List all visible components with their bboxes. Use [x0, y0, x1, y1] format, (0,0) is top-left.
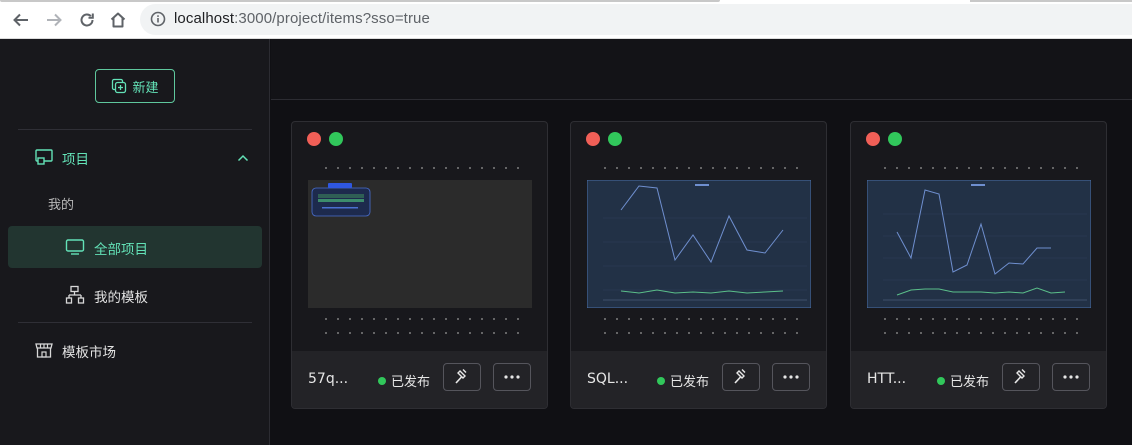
project-preview-image[interactable]: [586, 179, 812, 309]
card-title: HTT...: [867, 371, 907, 387]
sidebar-group-label: 项目: [62, 152, 89, 168]
sidebar-divider: [18, 129, 252, 130]
project-preview-image[interactable]: [866, 179, 1092, 309]
new-project-button[interactable]: 新建: [95, 69, 175, 103]
open-dot-icon[interactable]: [888, 132, 902, 146]
monitor-icon: [65, 237, 85, 257]
status-badge: 已发布: [937, 371, 989, 390]
dot-divider: [320, 332, 520, 334]
status-badge: 已发布: [657, 371, 709, 390]
close-dot-icon[interactable]: [866, 132, 880, 146]
dot-divider: [879, 332, 1079, 334]
tab-strip-edge: [0, 0, 720, 2]
sidebar-item-my-templates[interactable]: 我的模板: [0, 275, 270, 315]
main-header: [271, 39, 1132, 100]
url-text: localhost:3000/project/items?sso=true: [174, 10, 430, 27]
hammer-icon: [734, 369, 746, 384]
new-copy-icon: [112, 78, 127, 94]
edit-hammer-button[interactable]: [443, 363, 481, 391]
ellipsis-icon: [783, 375, 799, 379]
status-text: 已发布: [391, 375, 431, 390]
project-monitor-icon: [34, 147, 54, 167]
url-path: :3000/project/items?sso=true: [234, 10, 430, 27]
dot-divider: [879, 318, 1079, 320]
project-preview-image[interactable]: [308, 180, 532, 308]
more-options-button[interactable]: [772, 363, 810, 391]
dot-divider: [320, 167, 520, 169]
hammer-icon: [1014, 369, 1026, 384]
card-footer: SQL... 已发布: [571, 351, 826, 408]
sidebar-item-label: 模板市场: [62, 345, 116, 361]
sidebar: 新建 项目 我的 全部项目 我的模板 模板市场: [0, 39, 270, 445]
sidebar-item-label: 全部项目: [94, 242, 148, 258]
status-dot-icon: [937, 376, 945, 385]
sidebar-divider: [18, 322, 252, 323]
chevron-up-icon[interactable]: [236, 150, 250, 169]
browser-toolbar: localhost:3000/project/items?sso=true: [0, 0, 1132, 39]
status-text: 已发布: [950, 375, 990, 390]
dot-divider: [599, 318, 799, 320]
card-footer: HTT... 已发布: [851, 351, 1106, 408]
dot-divider: [599, 167, 799, 169]
home-icon[interactable]: [106, 8, 130, 32]
hammer-icon: [455, 369, 467, 384]
back-arrow-icon[interactable]: [9, 8, 33, 32]
ellipsis-icon: [1063, 375, 1079, 379]
card-footer: 57q... 已发布: [292, 351, 547, 408]
dot-divider: [879, 167, 1079, 169]
tab-strip-edge-right: [970, 0, 1132, 2]
close-dot-icon[interactable]: [586, 132, 600, 146]
edit-hammer-button[interactable]: [1002, 363, 1040, 391]
dot-divider: [599, 332, 799, 334]
status-dot-icon: [378, 376, 386, 385]
sidebar-section-mine: 我的: [48, 198, 75, 213]
status-badge: 已发布: [378, 371, 430, 390]
open-dot-icon[interactable]: [329, 132, 343, 146]
status-dot-icon: [657, 376, 665, 385]
sidebar-item-template-market[interactable]: 模板市场: [0, 330, 270, 370]
card-title: 57q...: [308, 371, 349, 387]
reload-icon[interactable]: [75, 8, 99, 32]
open-dot-icon[interactable]: [608, 132, 622, 146]
edit-hammer-button[interactable]: [722, 363, 760, 391]
project-card[interactable]: HTT... 已发布: [850, 121, 1107, 409]
template-tree-icon: [65, 285, 85, 305]
more-options-button[interactable]: [493, 363, 531, 391]
dot-divider: [320, 318, 520, 320]
site-info-icon[interactable]: [150, 11, 166, 31]
sidebar-item-label: 我的模板: [94, 290, 148, 306]
project-card[interactable]: SQL... 已发布: [570, 121, 827, 409]
card-title: SQL...: [587, 371, 629, 387]
new-button-label: 新建: [132, 80, 159, 96]
url-host: localhost: [174, 10, 235, 27]
forward-arrow-icon[interactable]: [42, 8, 66, 32]
status-text: 已发布: [670, 375, 710, 390]
more-options-button[interactable]: [1052, 363, 1090, 391]
ellipsis-icon: [504, 375, 520, 379]
sidebar-item-all-projects[interactable]: 全部项目: [8, 226, 262, 268]
store-icon: [34, 340, 54, 360]
address-bar[interactable]: localhost:3000/project/items?sso=true: [140, 4, 1132, 35]
close-dot-icon[interactable]: [307, 132, 321, 146]
project-card[interactable]: 57q... 已发布: [291, 121, 548, 409]
main-content: 57q... 已发布 SQL... 已发布 HTT... 已发布: [271, 39, 1132, 445]
sidebar-group-projects[interactable]: 项目: [0, 137, 270, 177]
